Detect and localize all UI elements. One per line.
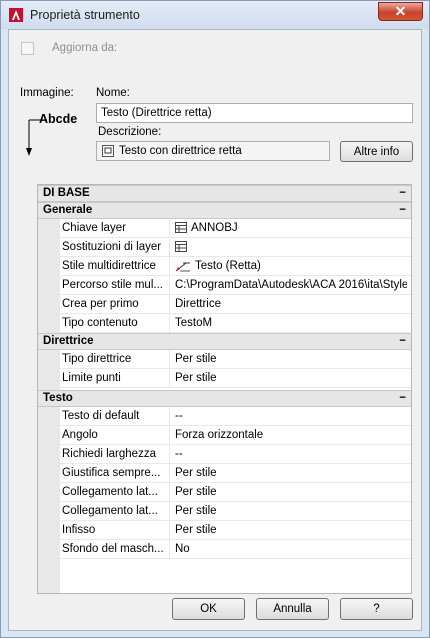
table-icon — [175, 222, 187, 234]
property-value[interactable] — [175, 238, 407, 256]
property-name: Collegamento lat... — [62, 502, 170, 520]
property-value[interactable]: Per stile — [175, 350, 407, 368]
property-row[interactable]: Chiave layer ANNOBJ — [38, 219, 411, 238]
more-info-button[interactable]: Altre info — [340, 141, 413, 162]
property-name: Stile multidirettrice — [62, 257, 170, 275]
property-name: Angolo — [62, 426, 170, 444]
property-value[interactable]: -- — [175, 407, 407, 425]
property-row[interactable]: Sfondo del masch... No — [38, 540, 411, 559]
property-row[interactable]: Collegamento lat... Per stile — [38, 483, 411, 502]
property-name: Sfondo del masch... — [62, 540, 170, 558]
description-value: Testo con direttrice retta — [119, 145, 242, 157]
property-value[interactable]: Direttrice — [175, 295, 407, 313]
collapse-icon[interactable]: − — [399, 203, 406, 218]
autocad-logo-icon — [9, 8, 23, 22]
property-name: Richiedi larghezza — [62, 445, 170, 463]
property-value[interactable]: No — [175, 540, 407, 558]
property-row[interactable]: Collegamento lat... Per stile — [38, 502, 411, 521]
update-from-checkbox[interactable] — [21, 42, 34, 55]
property-name: Sostituzioni di layer — [62, 238, 170, 256]
property-row[interactable]: Stile multidirettrice Testo (Retta) — [38, 257, 411, 276]
property-name: Giustifica sempre... — [62, 464, 170, 482]
text-style-icon — [102, 145, 114, 157]
property-row[interactable]: Angolo Forza orizzontale — [38, 426, 411, 445]
dialog-body: Aggiorna da: Immagine: Abcde Nome: Testo… — [8, 29, 422, 631]
property-value[interactable]: Per stile — [175, 369, 407, 387]
close-icon: ✕ — [394, 3, 407, 19]
update-from-label: Aggiorna da: — [52, 42, 118, 54]
property-name: Tipo contenuto — [62, 314, 170, 332]
property-name: Collegamento lat... — [62, 483, 170, 501]
collapse-icon[interactable]: − — [399, 391, 406, 406]
name-input[interactable]: Testo (Direttrice retta) — [96, 103, 413, 123]
ok-button[interactable]: OK — [172, 598, 245, 620]
property-name: Limite punti — [62, 369, 170, 387]
window-title: Proprietà strumento — [30, 8, 140, 22]
help-button[interactable]: ? — [340, 598, 413, 620]
property-name: Percorso stile mul... — [62, 276, 170, 294]
property-value[interactable]: Per stile — [175, 483, 407, 501]
property-value[interactable]: C:\ProgramData\Autodesk\ACA 2016\ita\Sty… — [175, 276, 407, 294]
property-value[interactable]: Per stile — [175, 502, 407, 520]
property-row[interactable]: Sostituzioni di layer — [38, 238, 411, 257]
property-value[interactable]: Per stile — [175, 521, 407, 539]
image-label: Immagine: — [20, 87, 74, 99]
property-row[interactable]: Crea per primo Direttrice — [38, 295, 411, 314]
table-icon — [175, 241, 187, 253]
property-row[interactable]: Limite punti Per stile — [38, 369, 411, 388]
property-name: Infisso — [62, 521, 170, 539]
property-name: Crea per primo — [62, 295, 170, 313]
property-name: Tipo direttrice — [62, 350, 170, 368]
collapse-icon[interactable]: − — [399, 186, 406, 201]
category-generale[interactable]: Generale − — [38, 202, 411, 219]
property-row[interactable]: Tipo direttrice Per stile — [38, 350, 411, 369]
property-row[interactable]: Testo di default -- — [38, 407, 411, 426]
property-value[interactable]: -- — [175, 445, 407, 463]
image-preview[interactable]: Abcde — [17, 106, 97, 162]
property-name: Chiave layer — [62, 219, 170, 237]
category-direttrice[interactable]: Direttrice − — [38, 333, 411, 350]
property-value[interactable]: Per stile — [175, 464, 407, 482]
close-button[interactable]: ✕ — [378, 2, 423, 21]
property-row[interactable]: Percorso stile mul... C:\ProgramData\Aut… — [38, 276, 411, 295]
collapse-icon[interactable]: − — [399, 334, 406, 349]
image-preview-text: Abcde — [39, 112, 78, 126]
title-bar[interactable]: Proprietà strumento ✕ — [1, 1, 429, 29]
property-row[interactable]: Richiedi larghezza -- — [38, 445, 411, 464]
tool-properties-dialog: Proprietà strumento ✕ Aggiorna da: Immag… — [0, 0, 430, 638]
property-value[interactable]: ANNOBJ — [175, 219, 407, 237]
description-label: Descrizione: — [98, 126, 162, 138]
property-row[interactable]: Infisso Per stile — [38, 521, 411, 540]
property-value[interactable]: TestoM — [175, 314, 407, 332]
category-testo[interactable]: Testo − — [38, 390, 411, 407]
property-value[interactable]: Forza orizzontale — [175, 426, 407, 444]
property-grid: DI BASE − Generale − Chiave layer ANNOBJ… — [37, 184, 412, 594]
description-field[interactable]: Testo con direttrice retta — [96, 141, 330, 161]
leader-icon — [175, 262, 190, 272]
name-label: Nome: — [96, 87, 130, 99]
property-row[interactable]: Tipo contenuto TestoM — [38, 314, 411, 333]
cancel-button[interactable]: Annulla — [256, 598, 329, 620]
category-base[interactable]: DI BASE − — [38, 185, 411, 202]
property-value[interactable]: Testo (Retta) — [175, 257, 407, 275]
property-name: Testo di default — [62, 407, 170, 425]
property-row[interactable]: Giustifica sempre... Per stile — [38, 464, 411, 483]
